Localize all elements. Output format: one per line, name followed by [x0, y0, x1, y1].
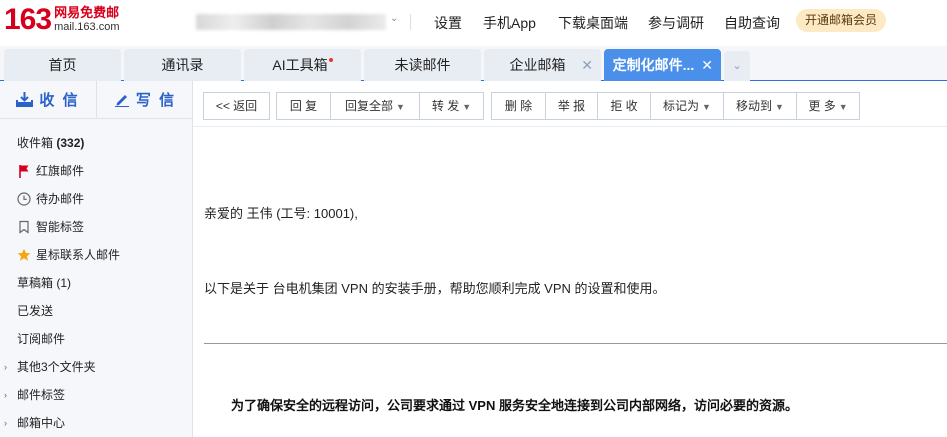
delete-button[interactable]: 删 除 [492, 93, 545, 119]
tab-enterprise-mail[interactable]: 企业邮箱 ✕ [484, 49, 601, 81]
reply-all-label: 回复全部 [345, 99, 394, 113]
vip-button[interactable]: 开通邮箱会员 [796, 9, 886, 32]
pen-icon [114, 95, 129, 107]
folder-drafts[interactable]: 草稿箱 (1) [0, 269, 193, 297]
mobile-app-link[interactable]: 手机App [483, 13, 536, 33]
folder-label: 订阅邮件 [17, 332, 66, 346]
back-button[interactable]: << 返回 [203, 92, 270, 120]
compose-bar: 收 信 写 信 [0, 81, 193, 119]
tab-label: 首页 [48, 57, 77, 73]
divider [204, 343, 947, 344]
chevron-right-icon[interactable]: › [4, 409, 7, 437]
tab-label: 定制化邮件... [612, 57, 695, 73]
logo-cn: 网易免费邮 [54, 5, 120, 20]
inbox-download-icon [16, 92, 34, 107]
tab-custom-mail[interactable]: 定制化邮件... ✕ [604, 49, 721, 81]
tab-label: 通讯录 [161, 57, 204, 73]
folder-label: 草稿箱 (1) [17, 276, 72, 290]
receive-label: 收 信 [39, 92, 80, 109]
forward-label: 转 发 [431, 99, 460, 113]
close-icon[interactable]: ✕ [581, 49, 593, 81]
unread-count: (332) [56, 136, 85, 150]
folder-label: 其他3个文件夹 [17, 360, 96, 374]
folder-label: 待办邮件 [36, 192, 85, 206]
chevron-down-icon[interactable]: ▼ [462, 102, 471, 112]
folder-label: 邮箱中心 [17, 416, 66, 430]
folder-inbox[interactable]: 收件箱 (332) [0, 129, 193, 157]
chevron-down-icon[interactable]: ▼ [839, 102, 848, 112]
tab-ai-tools[interactable]: AI工具箱 [244, 49, 361, 81]
receive-button[interactable]: 收 信 [0, 81, 96, 118]
folder-star-contacts[interactable]: 星标联系人邮件 [0, 241, 193, 269]
survey-link[interactable]: 参与调研 [648, 13, 704, 33]
close-icon[interactable]: ✕ [701, 49, 713, 81]
forward-button[interactable]: 转 发 ▼ [419, 93, 483, 119]
logo-text: 网易免费邮 mail.163.com [54, 6, 119, 34]
chevron-right-icon[interactable]: › [4, 353, 7, 381]
tab-contacts[interactable]: 通讯录 [124, 49, 241, 81]
folder-smart-tags[interactable]: 智能标签 [0, 213, 193, 241]
greeting-text: 亲爱的 王伟 (工号: 10001), [204, 206, 358, 221]
folder-list: 收件箱 (332) 红旗邮件 待办邮件 智能标签 星标联系人邮件 草稿箱 (1)… [0, 129, 193, 437]
compose-label: 写 信 [135, 92, 177, 109]
folder-other[interactable]: › 其他3个文件夹 [0, 353, 193, 381]
tab-label: AI工具箱 [272, 57, 328, 73]
settings-link[interactable]: 设置 [434, 13, 462, 33]
reply-button[interactable]: 回 复 [277, 93, 330, 119]
bookmark-icon [19, 220, 29, 234]
sidebar: 收 信 写 信 收件箱 (332) 红旗邮件 待办邮件 智能标签 星标联系人邮件… [0, 81, 193, 437]
move-to-button[interactable]: 移动到 ▼ [723, 93, 796, 119]
logo-number: 163 [4, 3, 52, 36]
notification-dot [328, 58, 333, 62]
chevron-down-icon[interactable]: ⌄ [390, 13, 398, 24]
tab-bar: 首页 通讯录 AI工具箱 未读邮件 企业邮箱 ✕ 定制化邮件... ✕ ⌄ [0, 46, 947, 81]
folder-mail-tags[interactable]: › 邮件标签 [0, 381, 193, 409]
more-button[interactable]: 更 多 ▼ [796, 93, 859, 119]
tab-label: 未读邮件 [394, 57, 451, 73]
headline-text: 为了确保安全的远程访问，公司要求通过 VPN 服务安全地连接到公司内部网络，访问… [231, 398, 798, 413]
clock-icon [17, 192, 31, 206]
mail-toolbar: << 返回 回 复 回复全部 ▼ 转 发 ▼ 删 除 举 报 拒 收 标记为 ▼ 移动… [193, 81, 947, 127]
star-icon [17, 248, 31, 261]
top-header: 163 网易免费邮 mail.163.com ⌄ 设置 手机App 下载桌面端 … [0, 0, 947, 46]
reply-all-button[interactable]: 回复全部 ▼ [330, 93, 419, 119]
mark-as-button[interactable]: 标记为 ▼ [650, 93, 723, 119]
folder-label: 智能标签 [36, 220, 85, 234]
more-label: 更 多 [808, 99, 836, 113]
reply-group: 回 复 回复全部 ▼ 转 发 ▼ [276, 92, 484, 120]
intro-text: 以下是关于 台电机集团 VPN 的安装手册，帮助您顺利完成 VPN 的设置和使用… [204, 281, 666, 296]
move-to-label: 移动到 [736, 99, 773, 113]
compose-button[interactable]: 写 信 [96, 81, 193, 118]
chevron-right-icon[interactable]: › [4, 381, 7, 409]
reject-button[interactable]: 拒 收 [597, 93, 650, 119]
user-account[interactable] [196, 14, 386, 30]
logo-domain: mail.163.com [54, 21, 120, 33]
folder-sent[interactable]: 已发送 [0, 297, 193, 325]
download-desktop-link[interactable]: 下载桌面端 [558, 13, 628, 33]
folder-label: 红旗邮件 [36, 164, 85, 178]
tab-more-chevron-icon[interactable]: ⌄ [724, 51, 750, 81]
tab-unread[interactable]: 未读邮件 [364, 49, 481, 81]
folder-label: 星标联系人邮件 [36, 248, 121, 262]
tab-home[interactable]: 首页 [4, 49, 121, 81]
divider [410, 14, 411, 30]
folder-label: 邮件标签 [17, 388, 66, 402]
chevron-down-icon[interactable]: ▼ [775, 102, 784, 112]
folder-label: 已发送 [17, 304, 54, 318]
folder-flagged[interactable]: 红旗邮件 [0, 157, 193, 185]
folder-mail-center[interactable]: › 邮箱中心 [0, 409, 193, 437]
chevron-down-icon[interactable]: ▼ [702, 102, 711, 112]
mail-body: 亲爱的 王伟 (工号: 10001), 以下是关于 台电机集团 VPN 的安装手… [193, 128, 947, 437]
mark-as-label: 标记为 [663, 99, 700, 113]
chevron-down-icon[interactable]: ▼ [396, 102, 405, 112]
red-flag-icon [19, 165, 29, 178]
action-group: 删 除 举 报 拒 收 标记为 ▼ 移动到 ▼ 更 多 ▼ [491, 92, 860, 120]
folder-subscriptions[interactable]: 订阅邮件 [0, 325, 193, 353]
self-service-link[interactable]: 自助查询 [724, 13, 780, 33]
logo[interactable]: 163 网易免费邮 mail.163.com [4, 5, 119, 35]
report-button[interactable]: 举 报 [545, 93, 597, 119]
folder-todo[interactable]: 待办邮件 [0, 185, 193, 213]
tab-label: 企业邮箱 [509, 57, 566, 73]
folder-label: 收件箱 [17, 136, 54, 150]
